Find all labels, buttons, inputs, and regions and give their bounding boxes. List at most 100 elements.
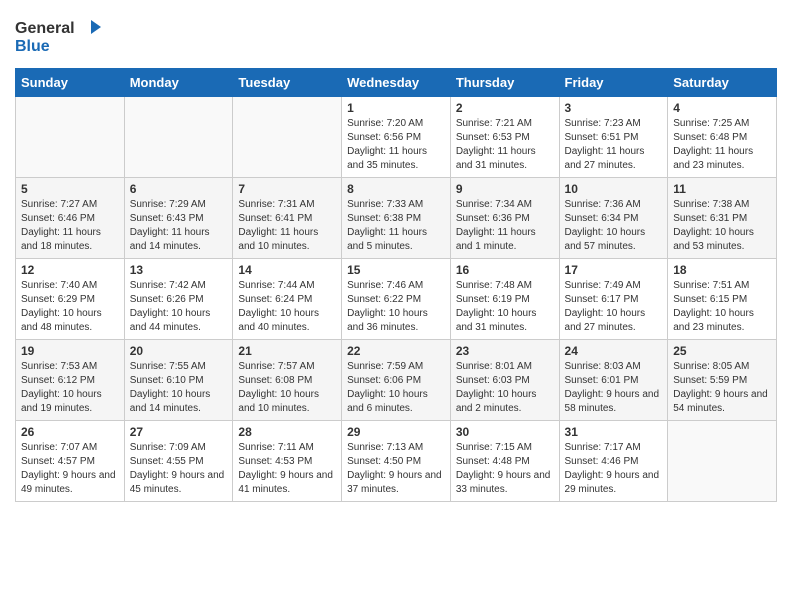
day-info: Sunrise: 7:13 AM Sunset: 4:50 PM Dayligh… <box>347 441 445 497</box>
day-info: Sunrise: 7:11 AM Sunset: 4:53 PM Dayligh… <box>238 441 336 497</box>
day-number: 30 <box>456 425 554 439</box>
day-info: Sunrise: 7:27 AM Sunset: 6:46 PM Dayligh… <box>21 198 119 254</box>
day-cell: 26Sunrise: 7:07 AM Sunset: 4:57 PM Dayli… <box>16 421 125 502</box>
day-info: Sunrise: 7:53 AM Sunset: 6:12 PM Dayligh… <box>21 360 119 416</box>
day-header-tuesday: Tuesday <box>233 69 342 97</box>
day-info: Sunrise: 7:55 AM Sunset: 6:10 PM Dayligh… <box>130 360 228 416</box>
day-number: 29 <box>347 425 445 439</box>
day-number: 31 <box>565 425 663 439</box>
day-info: Sunrise: 7:36 AM Sunset: 6:34 PM Dayligh… <box>565 198 663 254</box>
day-cell: 27Sunrise: 7:09 AM Sunset: 4:55 PM Dayli… <box>124 421 233 502</box>
day-info: Sunrise: 7:38 AM Sunset: 6:31 PM Dayligh… <box>673 198 771 254</box>
day-info: Sunrise: 7:59 AM Sunset: 6:06 PM Dayligh… <box>347 360 445 416</box>
header-row: SundayMondayTuesdayWednesdayThursdayFrid… <box>16 69 777 97</box>
day-cell: 12 Sunrise: 7:40 AM Sunset: 6:29 PM Dayli… <box>16 259 125 340</box>
day-cell: 16Sunrise: 7:48 AM Sunset: 6:19 PM Dayli… <box>450 259 559 340</box>
day-header-monday: Monday <box>124 69 233 97</box>
day-info: Sunrise: 8:01 AM Sunset: 6:03 PM Dayligh… <box>456 360 554 416</box>
day-info: Sunrise: 7:21 AM Sunset: 6:53 PM Dayligh… <box>456 117 554 173</box>
day-cell: 13 Sunrise: 7:42 AM Sunset: 6:26 PM Dayli… <box>124 259 233 340</box>
day-cell: 7Sunrise: 7:31 AM Sunset: 6:41 PM Daylig… <box>233 178 342 259</box>
day-header-friday: Friday <box>559 69 668 97</box>
day-number: 28 <box>238 425 336 439</box>
day-cell: 18 Sunrise: 7:51 AM Sunset: 6:15 PM Dayli… <box>668 259 777 340</box>
day-info: Sunrise: 7:33 AM Sunset: 6:38 PM Dayligh… <box>347 198 445 254</box>
page: General Blue SundayMondayTuesdayWednesda… <box>0 0 792 612</box>
day-number: 19 <box>21 344 119 358</box>
day-info: Sunrise: 7:20 AM Sunset: 6:56 PM Dayligh… <box>347 117 445 173</box>
day-info: Sunrise: 7:57 AM Sunset: 6:08 PM Dayligh… <box>238 360 336 416</box>
day-cell: 11 Sunrise: 7:38 AM Sunset: 6:31 PM Dayli… <box>668 178 777 259</box>
day-cell: 20 Sunrise: 7:55 AM Sunset: 6:10 PM Dayli… <box>124 340 233 421</box>
day-number: 14 <box>238 263 336 277</box>
week-row-3: 12 Sunrise: 7:40 AM Sunset: 6:29 PM Dayli… <box>16 259 777 340</box>
day-header-saturday: Saturday <box>668 69 777 97</box>
day-info: Sunrise: 7:49 AM Sunset: 6:17 PM Dayligh… <box>565 279 663 335</box>
day-cell <box>668 421 777 502</box>
day-cell: 24 Sunrise: 8:03 AM Sunset: 6:01 PM Dayli… <box>559 340 668 421</box>
day-number: 15 <box>347 263 445 277</box>
day-number: 7 <box>238 182 336 196</box>
day-cell <box>16 97 125 178</box>
week-row-1: 1 Sunrise: 7:20 AM Sunset: 6:56 PM Daylig… <box>16 97 777 178</box>
day-info: Sunrise: 7:23 AM Sunset: 6:51 PM Dayligh… <box>565 117 663 173</box>
day-cell: 4 Sunrise: 7:25 AM Sunset: 6:48 PM Daylig… <box>668 97 777 178</box>
svg-text:General: General <box>15 20 75 37</box>
day-number: 18 <box>673 263 771 277</box>
day-info: Sunrise: 8:03 AM Sunset: 6:01 PM Dayligh… <box>565 360 663 416</box>
day-number: 20 <box>130 344 228 358</box>
day-number: 2 <box>456 101 554 115</box>
day-cell: 19 Sunrise: 7:53 AM Sunset: 6:12 PM Dayli… <box>16 340 125 421</box>
day-info: Sunrise: 7:46 AM Sunset: 6:22 PM Dayligh… <box>347 279 445 335</box>
day-info: Sunrise: 7:25 AM Sunset: 6:48 PM Dayligh… <box>673 117 771 173</box>
day-cell: 25Sunrise: 8:05 AM Sunset: 5:59 PM Dayli… <box>668 340 777 421</box>
day-cell: 23Sunrise: 8:01 AM Sunset: 6:03 PM Dayli… <box>450 340 559 421</box>
day-cell <box>233 97 342 178</box>
day-info: Sunrise: 7:07 AM Sunset: 4:57 PM Dayligh… <box>21 441 119 497</box>
day-number: 1 <box>347 101 445 115</box>
day-number: 17 <box>565 263 663 277</box>
day-header-sunday: Sunday <box>16 69 125 97</box>
day-number: 3 <box>565 101 663 115</box>
day-cell: 10 Sunrise: 7:36 AM Sunset: 6:34 PM Dayli… <box>559 178 668 259</box>
day-number: 24 <box>565 344 663 358</box>
day-cell: 1 Sunrise: 7:20 AM Sunset: 6:56 PM Daylig… <box>342 97 451 178</box>
logo-svg: General Blue <box>15 15 105 60</box>
day-info: Sunrise: 7:34 AM Sunset: 6:36 PM Dayligh… <box>456 198 554 254</box>
day-info: Sunrise: 7:48 AM Sunset: 6:19 PM Dayligh… <box>456 279 554 335</box>
day-info: Sunrise: 7:51 AM Sunset: 6:15 PM Dayligh… <box>673 279 771 335</box>
day-cell: 2 Sunrise: 7:21 AM Sunset: 6:53 PM Daylig… <box>450 97 559 178</box>
calendar-table: SundayMondayTuesdayWednesdayThursdayFrid… <box>15 68 777 502</box>
header: General Blue <box>15 10 777 60</box>
day-info: Sunrise: 7:40 AM Sunset: 6:29 PM Dayligh… <box>21 279 119 335</box>
day-cell: 21 Sunrise: 7:57 AM Sunset: 6:08 PM Dayli… <box>233 340 342 421</box>
day-cell: 15 Sunrise: 7:46 AM Sunset: 6:22 PM Dayli… <box>342 259 451 340</box>
day-number: 27 <box>130 425 228 439</box>
day-number: 10 <box>565 182 663 196</box>
week-row-5: 26Sunrise: 7:07 AM Sunset: 4:57 PM Dayli… <box>16 421 777 502</box>
day-info: Sunrise: 7:42 AM Sunset: 6:26 PM Dayligh… <box>130 279 228 335</box>
logo: General Blue <box>15 15 105 60</box>
day-cell: 29 Sunrise: 7:13 AM Sunset: 4:50 PM Dayli… <box>342 421 451 502</box>
day-info: Sunrise: 7:15 AM Sunset: 4:48 PM Dayligh… <box>456 441 554 497</box>
day-number: 25 <box>673 344 771 358</box>
day-cell: 28 Sunrise: 7:11 AM Sunset: 4:53 PM Dayli… <box>233 421 342 502</box>
day-number: 21 <box>238 344 336 358</box>
day-cell: 22 Sunrise: 7:59 AM Sunset: 6:06 PM Dayli… <box>342 340 451 421</box>
day-number: 4 <box>673 101 771 115</box>
day-number: 11 <box>673 182 771 196</box>
day-cell: 6Sunrise: 7:29 AM Sunset: 6:43 PM Daylig… <box>124 178 233 259</box>
day-cell: 8 Sunrise: 7:33 AM Sunset: 6:38 PM Daylig… <box>342 178 451 259</box>
day-number: 9 <box>456 182 554 196</box>
day-number: 8 <box>347 182 445 196</box>
day-cell: 30 Sunrise: 7:15 AM Sunset: 4:48 PM Dayli… <box>450 421 559 502</box>
day-cell: 14 Sunrise: 7:44 AM Sunset: 6:24 PM Dayli… <box>233 259 342 340</box>
day-number: 22 <box>347 344 445 358</box>
day-header-thursday: Thursday <box>450 69 559 97</box>
svg-text:Blue: Blue <box>15 38 50 55</box>
day-number: 12 <box>21 263 119 277</box>
day-info: Sunrise: 7:17 AM Sunset: 4:46 PM Dayligh… <box>565 441 663 497</box>
day-cell: 3 Sunrise: 7:23 AM Sunset: 6:51 PM Daylig… <box>559 97 668 178</box>
day-info: Sunrise: 7:44 AM Sunset: 6:24 PM Dayligh… <box>238 279 336 335</box>
day-number: 13 <box>130 263 228 277</box>
